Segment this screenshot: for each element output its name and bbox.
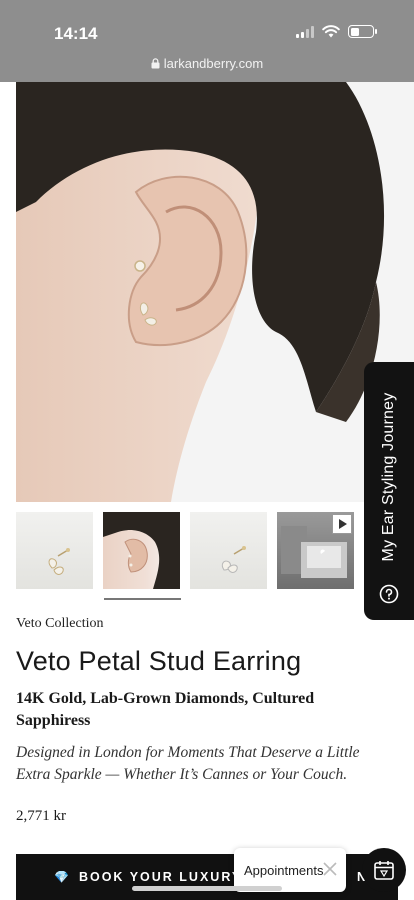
video-play-icon [332,514,352,534]
earring-product-thumb [48,548,70,575]
diamond-icon: 💎 [54,870,71,884]
close-icon[interactable] [322,861,338,877]
product-hero-image[interactable] [16,82,414,502]
product-price: 2,771 kr [16,808,66,824]
browser-chrome: 14:14 larkandberry.com [0,0,414,82]
appointments-label: Appointments [244,862,324,878]
battery-icon [348,25,377,38]
url-bar[interactable]: larkandberry.com [0,56,414,71]
thumbnail-selected-indicator [104,598,181,600]
earring-product-thumb-alt [221,546,246,573]
product-tagline: Designed in London for Moments That Dese… [16,744,360,783]
thumbnail-1[interactable] [16,512,93,589]
calendar-icon [374,861,394,880]
collection-link[interactable]: Veto Collection [16,616,104,632]
wifi-icon [322,25,340,38]
thumbnail-2[interactable] [103,512,180,589]
thumbnail-4-video[interactable] [277,512,354,589]
calendar-booking-button[interactable] [362,848,406,892]
thumbnail-3[interactable] [190,512,267,589]
status-icons [296,25,377,38]
product-materials: 14K Gold, Lab-Grown Diamonds, Cultured S… [16,690,315,729]
url-text: larkandberry.com [163,56,264,71]
home-indicator [132,886,282,891]
model-ear-illustration [16,82,414,502]
status-time: 14:14 [54,24,98,43]
product-title: Veto Petal Stud Earring [16,646,302,676]
thumbnail-strip [16,512,414,592]
lock-icon [151,58,160,69]
model-ear-thumb [103,512,180,589]
cellular-signal-icon [296,25,314,38]
